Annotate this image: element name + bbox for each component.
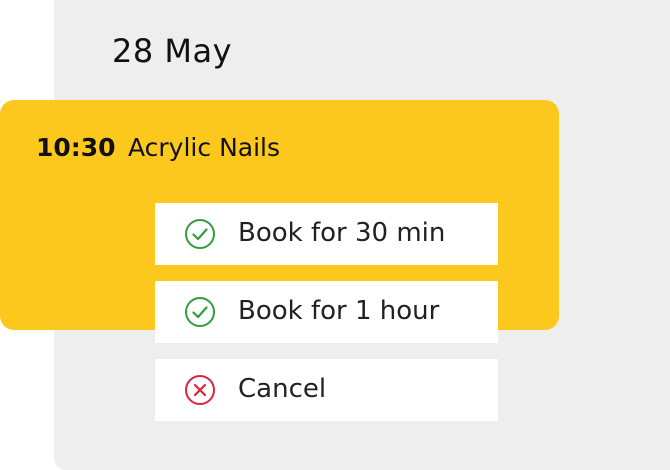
x-circle-icon [184, 374, 216, 406]
book-30-min-button[interactable]: Book for 30 min [155, 203, 498, 265]
book-1-hour-button[interactable]: Book for 1 hour [155, 281, 498, 343]
cancel-label: Cancel [238, 374, 327, 404]
book-1-hour-label: Book for 1 hour [238, 296, 440, 326]
book-30-min-label: Book for 30 min [238, 218, 446, 248]
date-heading: 28 May [112, 32, 233, 70]
booking-service: Acrylic Nails [128, 133, 281, 162]
check-circle-icon [184, 296, 216, 328]
check-circle-icon [184, 218, 216, 250]
booking-time: 10:30 [36, 133, 116, 162]
cancel-button[interactable]: Cancel [155, 359, 498, 421]
